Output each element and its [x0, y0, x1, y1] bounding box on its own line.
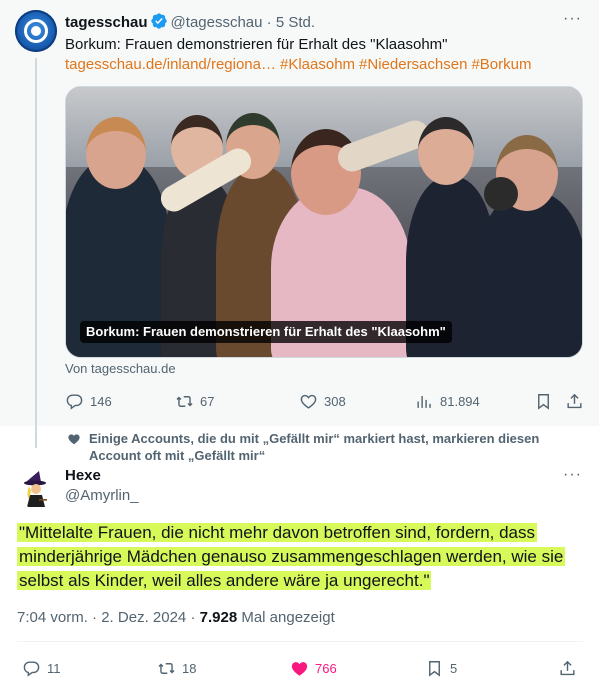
reply-author-name[interactable]: Hexe	[65, 467, 101, 484]
reply-text-line-3: selbst als Kinder, weil alles andere wär…	[17, 571, 432, 590]
person-right	[476, 192, 582, 357]
tweet-header: tagesschau @tagesschau · 5 Std.	[65, 12, 315, 36]
reply-share-button[interactable]	[558, 657, 583, 679]
reply-bookmark-count: 5	[450, 660, 458, 676]
reply-icon	[23, 660, 40, 677]
like-button[interactable]: 308	[299, 390, 346, 412]
repost-count: 67	[200, 393, 215, 409]
horn-right	[484, 177, 518, 211]
share-icon	[560, 660, 575, 675]
witch-avatar-icon	[17, 469, 57, 509]
tweet-links: tagesschau.de/inland/regiona… #Klaasohm #N…	[65, 55, 535, 75]
heart-icon	[68, 434, 80, 445]
separator-dot: ·	[266, 14, 272, 31]
views-count: 81.894	[440, 393, 480, 409]
reply-button[interactable]: 146	[65, 390, 112, 412]
reply-more-options-icon[interactable]: ···	[563, 466, 582, 484]
share-icon	[567, 393, 582, 408]
reply-count: 146	[90, 393, 112, 409]
tweet-text: Borkum: Frauen demonstrieren für Erhalt …	[65, 36, 448, 53]
tweet-link[interactable]: tagesschau.de/inland/regiona…	[65, 56, 276, 73]
meta-separator: ·	[92, 609, 98, 626]
hexe-avatar[interactable]	[17, 469, 57, 509]
reply-like-count: 766	[315, 660, 337, 676]
verified-badge-icon	[150, 12, 168, 36]
thread-connector-line	[35, 58, 37, 448]
reply-repost-count: 18	[182, 660, 197, 676]
share-button[interactable]	[565, 390, 590, 412]
person-5-head	[418, 117, 474, 185]
tweet-media-card[interactable]: Borkum: Frauen demonstrieren für Erhalt …	[65, 86, 583, 358]
reply-view-count: 7.928	[199, 609, 238, 626]
tweet-time[interactable]: 5 Std.	[276, 14, 315, 31]
reply-meta: 7:04 vorm. · 2. Dez. 2024 · 7.928 Mal an…	[17, 609, 335, 626]
reply-text-line-1: "Mittelalte Frauen, die nicht mehr davon…	[17, 523, 538, 542]
reply-reply-count: 11	[47, 660, 61, 676]
media-caption: Borkum: Frauen demonstrieren für Erhalt …	[80, 321, 452, 343]
reply-actions: 11 18 766 5	[22, 657, 582, 679]
media-source[interactable]: Von tagesschau.de	[65, 361, 176, 376]
reply-author-handle[interactable]: @Amyrlin_	[65, 487, 139, 504]
repost-icon	[158, 662, 175, 674]
tweet-actions: 146 67 308 81.894	[65, 390, 585, 412]
hashtag-klaasohm[interactable]: #Klaasohm	[280, 56, 355, 73]
bookmark-button[interactable]	[534, 390, 559, 412]
reply-views-label: Mal angezeigt	[241, 609, 335, 626]
hashtag-borkum[interactable]: #Borkum	[471, 56, 531, 73]
author-name[interactable]: tagesschau	[65, 14, 148, 31]
meta-separator-2: ·	[190, 609, 196, 626]
hashtag-niedersachsen[interactable]: #Niedersachsen	[359, 56, 467, 73]
tweet-tagesschau[interactable]: tagesschau @tagesschau · 5 Std. ··· Borku…	[0, 0, 599, 448]
reply-date[interactable]: 2. Dez. 2024	[101, 609, 186, 626]
like-icon	[300, 394, 317, 409]
thread-connector-line-lower	[35, 426, 37, 448]
social-context-text: Einige Accounts, die du mit „Gefällt mir…	[89, 431, 540, 463]
like-filled-icon	[291, 661, 308, 676]
author-handle[interactable]: @tagesschau	[171, 14, 263, 31]
reply-reply-button[interactable]: 11	[22, 657, 61, 679]
meta-divider	[17, 641, 583, 642]
tagesschau-avatar[interactable]	[15, 10, 57, 52]
bookmark-icon	[538, 393, 549, 410]
views-button[interactable]: 81.894	[415, 390, 480, 412]
reply-icon	[66, 393, 83, 410]
more-options-icon[interactable]: ···	[563, 10, 582, 28]
reply-repost-button[interactable]: 18	[157, 657, 196, 679]
repost-button[interactable]: 67	[175, 390, 214, 412]
reply-time[interactable]: 7:04 vorm.	[17, 609, 88, 626]
reply-bookmark-button[interactable]: 5	[425, 657, 457, 679]
reply-text-line-2: minderjährige Mädchen genauso zusammenge…	[17, 547, 566, 566]
views-icon	[417, 395, 431, 408]
tagesschau-logo-core	[31, 26, 41, 36]
reply-text: "Mittelalte Frauen, die nicht mehr davon…	[17, 521, 587, 593]
like-count: 308	[324, 393, 346, 409]
person-left-head	[86, 117, 146, 189]
repost-icon	[176, 395, 193, 407]
bookmark-icon	[429, 660, 440, 677]
reply-like-button[interactable]: 766	[290, 657, 337, 679]
